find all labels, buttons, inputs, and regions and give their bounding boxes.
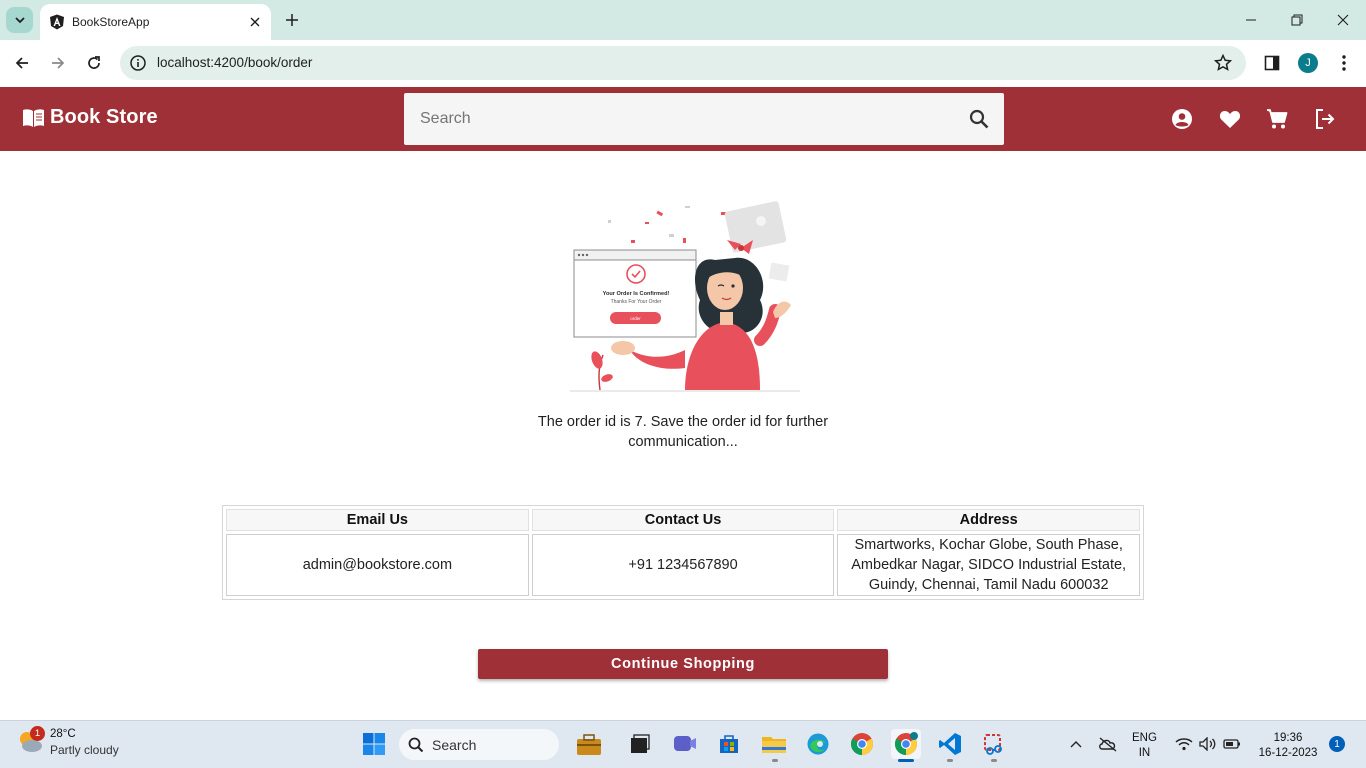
forward-icon[interactable] (45, 50, 71, 76)
tab-search-button[interactable] (6, 7, 33, 33)
language-label: ENG (1132, 732, 1157, 744)
continue-shopping-button[interactable]: Continue Shopping (478, 649, 888, 679)
browser-tab-bar: BookStoreApp (0, 0, 1366, 40)
svg-text:order: order (630, 316, 641, 321)
brand-logo[interactable]: Book Store (22, 106, 158, 129)
teams-chat-icon[interactable] (670, 729, 700, 759)
store-icon[interactable] (714, 729, 744, 759)
wishlist-heart-icon[interactable] (1218, 107, 1242, 131)
minimize-icon[interactable] (1228, 0, 1274, 40)
account-icon[interactable] (1170, 107, 1194, 131)
weather-badge: 1 (30, 726, 45, 741)
contact-header: Contact Us (531, 509, 835, 531)
windows-taskbar: 1 28°C Partly cloudy Search ENG IN 19:36… (0, 720, 1366, 768)
app-header: Book Store (0, 87, 1366, 151)
running-indicator (947, 759, 953, 762)
bookmark-star-icon[interactable] (1214, 54, 1232, 72)
address-cell: Smartworks, Kochar Globe, South Phase, A… (837, 534, 1140, 596)
reload-icon[interactable] (81, 50, 107, 76)
chevron-down-icon (14, 17, 25, 24)
order-confirmed-illustration: Your Order Is Confirmed! Thanks For Your… (570, 201, 800, 392)
notification-badge[interactable]: 1 (1329, 736, 1345, 752)
side-panel-icon[interactable] (1261, 52, 1283, 74)
clock-date: 16-12-2023 (1258, 747, 1318, 759)
site-info-icon[interactable] (129, 54, 147, 72)
running-indicator (991, 759, 997, 762)
logout-icon[interactable] (1313, 107, 1337, 131)
order-id-message: The order id is 7. Save the order id for… (537, 414, 829, 450)
clock-time: 19:36 (1273, 732, 1303, 744)
battery-icon[interactable] (1217, 729, 1247, 759)
email-cell: admin@bookstore.com (226, 534, 529, 596)
active-indicator (898, 759, 914, 762)
address-header: Address (837, 509, 1140, 531)
search-box[interactable] (404, 93, 1004, 145)
tab-close-icon[interactable] (243, 10, 267, 34)
table-header-row: Email Us Contact Us Address (226, 509, 1140, 531)
running-indicator (772, 759, 778, 762)
chrome-icon[interactable] (847, 729, 877, 759)
chevron-up-icon[interactable] (1061, 729, 1091, 759)
email-header: Email Us (226, 509, 529, 531)
close-window-icon[interactable] (1320, 0, 1366, 40)
address-bar[interactable]: localhost:4200/book/order (120, 46, 1246, 80)
brand-name: Book Store (50, 106, 158, 128)
cart-icon[interactable] (1265, 107, 1289, 131)
book-icon (23, 108, 44, 127)
contact-table: Email Us Contact Us Address admin@bookst… (222, 505, 1144, 600)
table-row: admin@bookstore.com +91 1234567890 Smart… (226, 534, 1140, 596)
taskbar-search[interactable]: Search (399, 729, 601, 760)
back-icon[interactable] (9, 50, 35, 76)
language-indicator[interactable]: ENG IN (1132, 731, 1157, 761)
restore-icon[interactable] (1274, 0, 1320, 40)
clock[interactable]: 19:36 16-12-2023 (1253, 731, 1323, 761)
windows-start-icon[interactable] (359, 729, 389, 759)
region-label: IN (1138, 747, 1151, 759)
partly-cloudy-icon: 1 (16, 726, 45, 755)
snipping-tool-icon[interactable] (979, 729, 1009, 759)
chrome-profile-icon[interactable] (891, 729, 921, 759)
weather-temp: 28°C (50, 728, 76, 740)
svg-text:Thanks For Your Order: Thanks For Your Order (611, 299, 662, 305)
new-tab-icon[interactable] (281, 9, 303, 31)
file-explorer-icon[interactable] (759, 729, 789, 759)
svg-text:Your Order Is Confirmed!: Your Order Is Confirmed! (603, 291, 670, 297)
tab-title: BookStoreApp (72, 15, 150, 29)
phone-cell: +91 1234567890 (531, 534, 835, 596)
briefcase-icon (577, 734, 601, 755)
profile-avatar[interactable]: J (1298, 53, 1318, 73)
url-text[interactable]: localhost:4200/book/order (157, 55, 312, 70)
search-input[interactable] (404, 93, 954, 145)
browser-menu-icon[interactable] (1333, 52, 1355, 74)
search-icon[interactable] (968, 108, 990, 130)
edge-icon[interactable] (803, 729, 833, 759)
task-view-icon[interactable] (625, 729, 655, 759)
browser-toolbar: localhost:4200/book/order (0, 40, 1366, 87)
weather-widget[interactable]: 1 28°C Partly cloudy (16, 726, 119, 758)
search-icon (408, 737, 424, 752)
angular-favicon-icon (50, 14, 64, 30)
onedrive-offline-icon[interactable] (1093, 729, 1123, 759)
taskbar-search-label: Search (432, 736, 477, 753)
browser-tab[interactable]: BookStoreApp (40, 4, 271, 40)
vscode-icon[interactable] (935, 729, 965, 759)
weather-desc: Partly cloudy (50, 743, 119, 757)
